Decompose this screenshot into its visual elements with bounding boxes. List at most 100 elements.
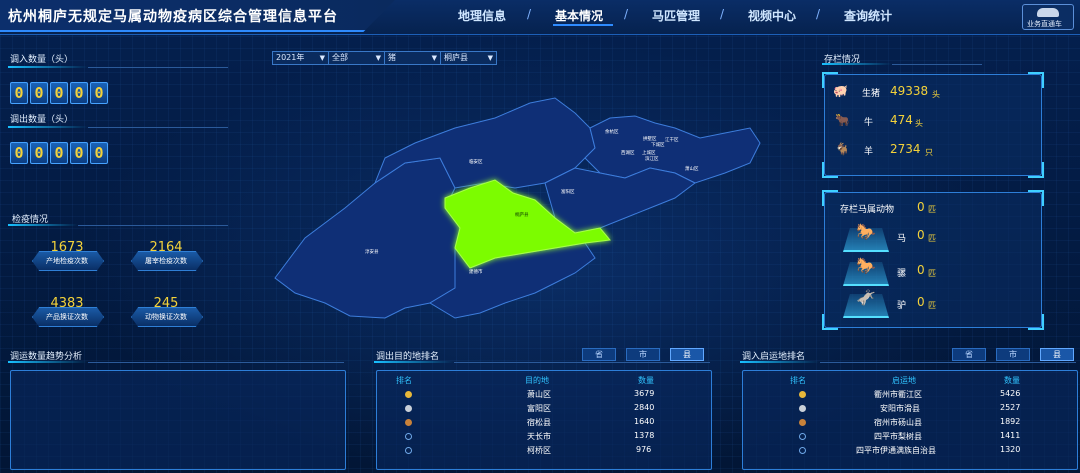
- dest-row-count: 3679: [634, 389, 655, 398]
- equine-total-unit: 匹: [928, 205, 936, 214]
- section-underline: [740, 361, 820, 363]
- equine-value: 0: [917, 228, 925, 242]
- equine-unit: 匹: [928, 234, 936, 243]
- nav-basic-info[interactable]: 基本情况: [555, 7, 603, 24]
- rank-circle-icon: [799, 447, 806, 454]
- district-label: 滨江区: [645, 155, 659, 162]
- nav-query-stats[interactable]: 查询统计: [844, 7, 892, 24]
- district-label: 余杭区: [605, 128, 619, 135]
- dest-row-count: 2840: [634, 403, 655, 412]
- chevron-down-icon: ▼: [487, 54, 493, 62]
- panel-corner: [822, 162, 838, 178]
- panel-corner: [822, 190, 838, 206]
- business-shortcut-label: 业务直通车: [1027, 20, 1062, 28]
- sheep-icon: 🐐: [835, 142, 850, 156]
- stock-unit: 只: [925, 148, 933, 157]
- dest-tab-city[interactable]: 市: [626, 348, 660, 361]
- nav-separator: /: [816, 7, 821, 21]
- district-label-tonglu: 桐庐县: [515, 211, 529, 218]
- stat-label: 屠宰检疫次数: [145, 257, 187, 265]
- dest-header-name: 目的地: [525, 376, 549, 385]
- rank-circle-icon: [799, 433, 806, 440]
- dest-tab-county[interactable]: 县: [670, 348, 704, 361]
- nav-video-center[interactable]: 视频中心: [748, 7, 796, 24]
- district-label: 上城区: [642, 149, 656, 156]
- pig-icon: 🐖: [833, 84, 848, 98]
- gold-medal-icon: [405, 391, 412, 398]
- district-label: 富阳区: [561, 188, 575, 195]
- district-label: 拱墅区: [643, 135, 657, 142]
- out-digit: 0: [10, 142, 28, 164]
- nav-active-underline: [553, 24, 613, 26]
- species-select-value: 猪: [388, 53, 396, 62]
- rank-circle-icon: [405, 433, 412, 440]
- stock-value: 474: [890, 113, 913, 127]
- equine-label: 骡: [897, 269, 907, 279]
- origin-row-name: 安阳市滑县: [880, 404, 920, 413]
- region-select-value: 全部: [332, 53, 348, 62]
- dest-header-rank: 排名: [396, 376, 412, 385]
- in-count-title: 调入数量（头）: [10, 55, 74, 65]
- equine-unit: 匹: [928, 301, 936, 310]
- stock-unit: 头: [915, 119, 923, 128]
- business-shortcut-button[interactable]: 业务直通车: [1022, 4, 1074, 30]
- silver-medal-icon: [799, 405, 806, 412]
- origin-row-count: 1892: [1000, 417, 1021, 426]
- out-digit: 0: [50, 142, 68, 164]
- section-divider: [88, 67, 228, 68]
- chevron-down-icon: ▼: [319, 54, 325, 62]
- panel-corner: [1028, 162, 1044, 178]
- stock-value: 2734: [890, 142, 921, 156]
- panel-corner: [1028, 314, 1044, 330]
- district-label: 江干区: [665, 136, 679, 143]
- dest-row-name: 富阳区: [527, 404, 551, 413]
- nav-geo-info[interactable]: 地理信息: [458, 7, 506, 24]
- district-label: 下城区: [651, 141, 665, 148]
- region-select[interactable]: 全部 ▼: [328, 51, 385, 65]
- panel-corner: [822, 314, 838, 330]
- panel-corner: [1028, 190, 1044, 206]
- origin-row-name: 四平市梨树县: [874, 432, 922, 441]
- origin-tab-county[interactable]: 县: [1040, 348, 1074, 361]
- county-select-value: 桐庐县: [444, 53, 468, 62]
- out-digit: 0: [30, 142, 48, 164]
- bronze-medal-icon: [405, 419, 412, 426]
- section-divider: [88, 127, 228, 128]
- map-region-east[interactable]: [544, 167, 696, 234]
- dest-row-name: 天长市: [527, 432, 551, 441]
- out-digit: 0: [90, 142, 108, 164]
- in-digit: 0: [10, 82, 28, 104]
- origin-tab-province[interactable]: 省: [952, 348, 986, 361]
- dest-row-count: 1378: [634, 431, 655, 440]
- section-divider: [892, 64, 982, 65]
- origin-tab-city[interactable]: 市: [996, 348, 1030, 361]
- section-underline: [8, 66, 88, 68]
- chevron-down-icon: ▼: [375, 54, 381, 62]
- county-select[interactable]: 桐庐县 ▼: [440, 51, 497, 65]
- dest-row-count: 976: [636, 445, 652, 454]
- section-underline: [8, 224, 78, 226]
- section-divider: [78, 225, 228, 226]
- stat-label: 动物换证次数: [145, 313, 187, 321]
- cow-icon: 🐂: [835, 113, 850, 127]
- year-select[interactable]: 2021年 ▼: [272, 51, 329, 65]
- stock-label: 羊: [864, 147, 874, 157]
- stock-value: 49338: [890, 84, 929, 98]
- dest-header-count: 数量: [638, 376, 654, 385]
- silver-medal-icon: [405, 405, 412, 412]
- origin-row-name: 四平市伊通满族自治县: [856, 446, 936, 455]
- stock-label: 牛: [864, 118, 874, 128]
- trend-chart-panel: [10, 370, 346, 470]
- panel-corner: [1028, 72, 1044, 88]
- section-divider: [88, 362, 344, 363]
- nav-horse-mgmt[interactable]: 马匹管理: [652, 7, 700, 24]
- origin-header-name: 启运地: [892, 376, 916, 385]
- district-label: 萧山区: [685, 165, 699, 172]
- origin-header-count: 数量: [1004, 376, 1020, 385]
- section-underline: [8, 361, 88, 363]
- map-region-west[interactable]: [274, 157, 471, 319]
- species-select[interactable]: 猪 ▼: [384, 51, 441, 65]
- origin-row-count: 1320: [1000, 445, 1021, 454]
- dest-tab-province[interactable]: 省: [582, 348, 616, 361]
- rank-circle-icon: [405, 447, 412, 454]
